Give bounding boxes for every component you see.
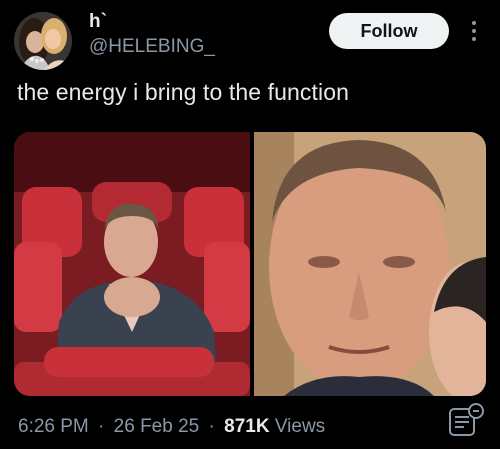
views-count: 871K [224,416,270,437]
meta-separator: · [98,416,105,437]
media-right-panel [254,132,486,396]
views-label: Views [274,416,326,437]
media-image [14,132,486,396]
tweet-media[interactable] [14,132,486,396]
meta-separator: · [208,416,215,437]
display-name[interactable]: h` [89,11,107,33]
avatar[interactable] [14,12,72,70]
user-handle[interactable]: @HELEBING_ [89,36,215,58]
avatar-image [14,12,72,70]
more-dot [472,21,476,25]
more-vertical-icon[interactable] [460,14,488,48]
tweet-meta: 6:26 PM · 26 Feb 25 · 871K Views [18,416,325,438]
more-dot [472,29,476,33]
tweet-text: the energy i bring to the function [17,79,350,105]
more-dot [472,37,476,41]
tweet-header: h` @HELEBING_ Follow [0,0,500,70]
follow-button[interactable]: Follow [329,13,449,49]
media-left-panel [14,132,250,396]
tweet-date[interactable]: 26 Feb 25 [114,416,200,437]
tweet-time[interactable]: 6:26 PM [18,416,89,437]
analytics-icon[interactable] [448,403,484,437]
